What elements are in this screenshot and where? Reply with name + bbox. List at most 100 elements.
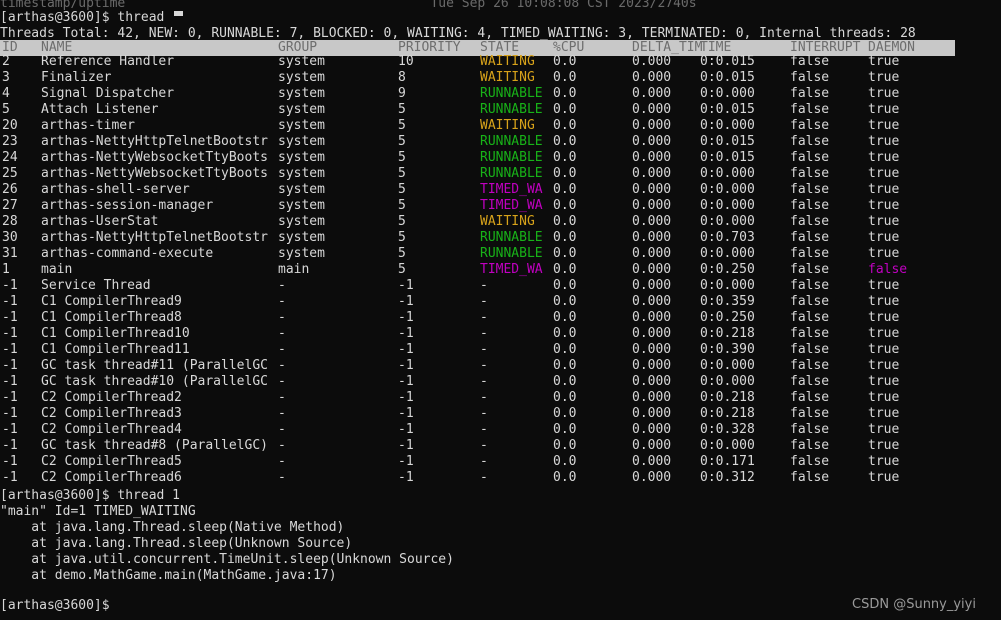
- cell-daemon: true: [868, 214, 900, 229]
- cell-time: 0:0.250: [700, 262, 755, 277]
- table-row: 26 arthas-shell-server system 5 TIMED_WA 0.0 0…: [0, 182, 1001, 198]
- cell-daemon: true: [868, 374, 900, 389]
- cell-cpu: 0.0: [553, 470, 577, 485]
- cell-daemon: true: [868, 406, 900, 421]
- cell-delta: 0.000: [632, 246, 672, 261]
- thread-detail-header: "main" Id=1 TIMED_WAITING: [0, 504, 196, 519]
- cell-interrupt: false: [790, 422, 830, 437]
- cell-delta: 0.000: [632, 150, 672, 165]
- table-row: 30 arthas-NettyHttpTelnetBootstr system 5 RU…: [0, 230, 1001, 246]
- cell-group: system: [278, 102, 325, 117]
- cell-priority: -1: [398, 358, 414, 373]
- cell-time: 0:0.218: [700, 326, 755, 341]
- cell-group: -: [278, 454, 286, 469]
- cell-state: -: [480, 374, 488, 389]
- cell-daemon: true: [868, 182, 900, 197]
- cell-priority: 5: [398, 262, 406, 277]
- cell-delta: 0.000: [632, 278, 672, 293]
- cell-state: -: [480, 326, 488, 341]
- cell-cpu: 0.0: [553, 342, 577, 357]
- cell-name: C2 CompilerThread3: [41, 406, 182, 421]
- cell-daemon: true: [868, 118, 900, 133]
- cell-delta: 0.000: [632, 118, 672, 133]
- cell-interrupt: false: [790, 54, 830, 69]
- table-row: 24 arthas-NettyWebsocketTtyBoots system 5 RU…: [0, 150, 1001, 166]
- cell-time: 0:0.171: [700, 454, 755, 469]
- cell-time: 0:0.359: [700, 294, 755, 309]
- cell-time: 0:0.000: [700, 246, 755, 261]
- cell-id: 2: [2, 54, 10, 69]
- cell-daemon: true: [868, 454, 900, 469]
- cell-state: WAITING: [480, 70, 535, 85]
- cell-state: WAITING: [480, 118, 535, 133]
- cell-id: -1: [2, 310, 18, 325]
- cell-interrupt: false: [790, 262, 830, 277]
- cell-state: WAITING: [480, 54, 535, 69]
- cell-state: -: [480, 454, 488, 469]
- cell-priority: -1: [398, 406, 414, 421]
- terminal-window[interactable]: timestamp/uptime Tue Sep 26 10:08:08 CST…: [0, 0, 1001, 620]
- table-row: 5 Attach Listener system 5 RUNNABLE 0.0 0.000 0…: [0, 102, 1001, 118]
- cell-state: -: [480, 470, 488, 485]
- cell-time: 0:0.015: [700, 134, 755, 149]
- cell-delta: 0.000: [632, 326, 672, 341]
- cell-time: 0:0.000: [700, 278, 755, 293]
- cell-time: 0:0.218: [700, 390, 755, 405]
- cell-interrupt: false: [790, 118, 830, 133]
- cell-state: RUNNABLE: [480, 166, 543, 181]
- stack-frame: at java.lang.Thread.sleep(Unknown Source…: [0, 536, 353, 551]
- cell-id: -1: [2, 438, 18, 453]
- cell-name: C2 CompilerThread2: [41, 390, 182, 405]
- cell-daemon: true: [868, 342, 900, 357]
- cell-time: 0:0.000: [700, 374, 755, 389]
- cell-group: system: [278, 214, 325, 229]
- cell-daemon: true: [868, 230, 900, 245]
- cell-group: main: [278, 262, 310, 277]
- cell-id: -1: [2, 278, 18, 293]
- table-row: 25 arthas-NettyWebsocketTtyBoots system 5 RU…: [0, 166, 1001, 182]
- cell-time: 0:0.250: [700, 310, 755, 325]
- cell-id: 26: [2, 182, 18, 197]
- cell-daemon: true: [868, 86, 900, 101]
- table-row: -1 C1 CompilerThread8 - -1 - 0.0 0.000 0:0.250 f…: [0, 310, 1001, 326]
- cell-delta: 0.000: [632, 102, 672, 117]
- cell-id: -1: [2, 374, 18, 389]
- cell-name: arthas-NettyHttpTelnetBootstr: [41, 134, 268, 149]
- cell-id: -1: [2, 406, 18, 421]
- cell-name: C2 CompilerThread6: [41, 470, 182, 485]
- stack-frame: at java.util.concurrent.TimeUnit.sleep(U…: [0, 552, 454, 567]
- cell-cpu: 0.0: [553, 422, 577, 437]
- table-row: 3 Finalizer system 8 WAITING 0.0 0.000 0:0.015 f…: [0, 70, 1001, 86]
- cell-name: GC task thread#11 (ParallelGC: [41, 358, 268, 373]
- table-row: 23 arthas-NettyHttpTelnetBootstr system 5 RU…: [0, 134, 1001, 150]
- cell-cpu: 0.0: [553, 230, 577, 245]
- cell-delta: 0.000: [632, 310, 672, 325]
- cell-name: arthas-session-manager: [41, 198, 214, 213]
- cell-daemon: false: [868, 262, 908, 277]
- table-row: -1 Service Thread - -1 - 0.0 0.000 0:0.000 false…: [0, 278, 1001, 294]
- cell-daemon: true: [868, 70, 900, 85]
- cell-state: -: [480, 406, 488, 421]
- prompt-thread-command[interactable]: [arthas@3600]$ thread: [0, 10, 1001, 26]
- cell-interrupt: false: [790, 150, 830, 165]
- cell-interrupt: false: [790, 310, 830, 325]
- cell-id: 30: [2, 230, 18, 245]
- cell-priority: -1: [398, 470, 414, 485]
- cell-name: arthas-NettyWebsocketTtyBoots: [41, 166, 268, 181]
- prompt-thread-1-command[interactable]: [arthas@3600]$ thread 1: [0, 488, 1001, 504]
- cell-interrupt: false: [790, 70, 830, 85]
- cell-time: 0:0.328: [700, 422, 755, 437]
- cell-state: -: [480, 358, 488, 373]
- cell-id: -1: [2, 422, 18, 437]
- cell-id: 20: [2, 118, 18, 133]
- cell-interrupt: false: [790, 390, 830, 405]
- cell-group: -: [278, 310, 286, 325]
- cell-group: -: [278, 358, 286, 373]
- cell-delta: 0.000: [632, 342, 672, 357]
- cell-interrupt: false: [790, 470, 830, 485]
- cell-name: GC task thread#8 (ParallelGC): [41, 438, 268, 453]
- cell-name: Finalizer: [41, 70, 112, 85]
- cell-group: -: [278, 374, 286, 389]
- cell-time: 0:0.703: [700, 230, 755, 245]
- final-prompt[interactable]: [arthas@3600]$: [0, 598, 1001, 614]
